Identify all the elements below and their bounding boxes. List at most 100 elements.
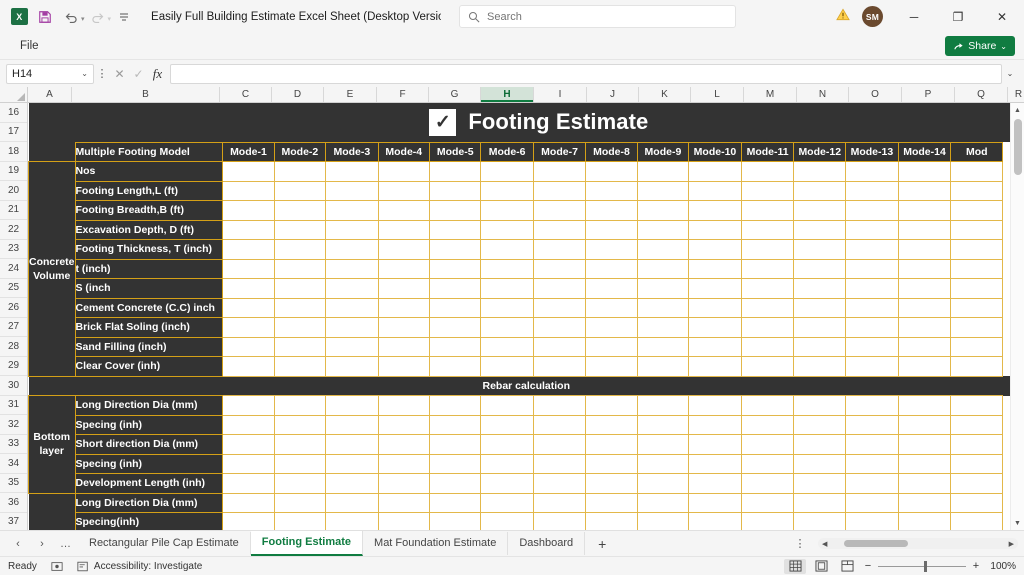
row-header-36[interactable]: 36 bbox=[0, 493, 27, 513]
data-cell-r27-m7[interactable] bbox=[532, 317, 587, 338]
data-cell-r26-m12[interactable] bbox=[793, 297, 847, 318]
add-sheet-button[interactable]: + bbox=[585, 536, 619, 552]
data-cell-r27-m6[interactable] bbox=[480, 317, 534, 338]
data-cell-r33-m11[interactable] bbox=[740, 434, 795, 455]
data-cell-r26-m10[interactable] bbox=[688, 297, 742, 318]
data-cell-r25-m7[interactable] bbox=[532, 278, 587, 299]
row-header-18[interactable]: 18 bbox=[0, 142, 27, 162]
data-cell-r25-m3[interactable] bbox=[325, 278, 379, 299]
data-cell-r19-m10[interactable] bbox=[688, 161, 742, 182]
data-cell-r34-m14[interactable] bbox=[897, 453, 952, 474]
maximize-button[interactable]: ❐ bbox=[936, 0, 980, 33]
column-header-M[interactable]: M bbox=[744, 87, 797, 102]
data-cell-r21-m5[interactable] bbox=[428, 200, 482, 221]
zoom-level-label[interactable]: 100% bbox=[986, 561, 1016, 572]
row-header-19[interactable]: 19 bbox=[0, 161, 27, 181]
data-cell-r32-m9[interactable] bbox=[636, 414, 690, 435]
data-cell-r31-m4[interactable] bbox=[377, 395, 430, 416]
data-cell-r21-m15[interactable] bbox=[950, 200, 1004, 221]
formula-more-icon[interactable]: ⋮ bbox=[94, 67, 110, 80]
data-cell-r36-m11[interactable] bbox=[740, 492, 795, 513]
data-cell-r33-m8[interactable] bbox=[585, 434, 638, 455]
data-cell-r22-m5[interactable] bbox=[428, 219, 482, 240]
row-header-25[interactable]: 25 bbox=[0, 278, 27, 298]
data-cell-r29-m5[interactable] bbox=[428, 356, 482, 377]
data-cell-r21-m3[interactable] bbox=[325, 200, 379, 221]
data-cell-r27-m14[interactable] bbox=[897, 317, 952, 338]
data-cell-r19-m5[interactable] bbox=[428, 161, 482, 182]
data-cell-r25-m14[interactable] bbox=[897, 278, 952, 299]
data-cell-r34-m2[interactable] bbox=[273, 453, 327, 474]
data-cell-r22-m8[interactable] bbox=[585, 219, 638, 240]
data-cell-r21-m8[interactable] bbox=[585, 200, 638, 221]
data-cell-r33-m7[interactable] bbox=[532, 434, 587, 455]
data-cell-r24-m5[interactable] bbox=[428, 258, 482, 279]
data-cell-r35-m15[interactable] bbox=[950, 473, 1004, 494]
data-cell-r37-m9[interactable] bbox=[636, 512, 690, 530]
previous-sheet-icon[interactable]: ‹ bbox=[6, 538, 30, 550]
data-cell-r33-m6[interactable] bbox=[480, 434, 534, 455]
data-cell-r23-m2[interactable] bbox=[273, 239, 327, 260]
data-cell-r23-m8[interactable] bbox=[585, 239, 638, 260]
data-cell-r29-m2[interactable] bbox=[273, 356, 327, 377]
data-cell-r35-m14[interactable] bbox=[897, 473, 952, 494]
data-cell-r22-m9[interactable] bbox=[636, 219, 690, 240]
row-header-24[interactable]: 24 bbox=[0, 259, 27, 279]
data-cell-r24-m11[interactable] bbox=[740, 258, 795, 279]
data-cell-r20-m13[interactable] bbox=[845, 180, 899, 201]
data-cell-r23-m14[interactable] bbox=[897, 239, 952, 260]
data-cell-r28-m15[interactable] bbox=[950, 336, 1004, 357]
avatar[interactable]: SM bbox=[862, 6, 883, 27]
data-cell-r22-m12[interactable] bbox=[793, 219, 847, 240]
data-cell-r35-m8[interactable] bbox=[585, 473, 638, 494]
data-cell-r23-m9[interactable] bbox=[636, 239, 690, 260]
data-cell-r22-m14[interactable] bbox=[897, 219, 952, 240]
data-cell-r33-m5[interactable] bbox=[428, 434, 482, 455]
data-cell-r22-m2[interactable] bbox=[273, 219, 327, 240]
sheet-options-icon[interactable]: ⋮ bbox=[788, 537, 812, 550]
data-cell-r34-m11[interactable] bbox=[740, 453, 795, 474]
column-header-B[interactable]: B bbox=[72, 87, 220, 102]
data-cell-r20-m11[interactable] bbox=[740, 180, 795, 201]
data-cell-r34-m9[interactable] bbox=[636, 453, 690, 474]
data-cell-r22-m4[interactable] bbox=[377, 219, 430, 240]
data-cell-r23-m13[interactable] bbox=[845, 239, 899, 260]
data-cell-r24-m2[interactable] bbox=[273, 258, 327, 279]
data-cell-r32-m5[interactable] bbox=[428, 414, 482, 435]
data-cell-r28-m11[interactable] bbox=[740, 336, 795, 357]
data-cell-r22-m7[interactable] bbox=[532, 219, 587, 240]
data-cell-r36-m8[interactable] bbox=[585, 492, 638, 513]
scroll-left-icon[interactable]: ◀ bbox=[822, 540, 827, 548]
data-cell-r27-m4[interactable] bbox=[377, 317, 430, 338]
data-cell-r26-m13[interactable] bbox=[845, 297, 899, 318]
row-header-26[interactable]: 26 bbox=[0, 298, 27, 318]
data-cell-r23-m10[interactable] bbox=[688, 239, 742, 260]
data-cell-r19-m3[interactable] bbox=[325, 161, 379, 182]
column-header-I[interactable]: I bbox=[534, 87, 587, 102]
data-cell-r29-m13[interactable] bbox=[845, 356, 899, 377]
data-cell-r20-m8[interactable] bbox=[585, 180, 638, 201]
sheet-tab-mat-foundation-estimate[interactable]: Mat Foundation Estimate bbox=[363, 532, 509, 555]
data-cell-r29-m10[interactable] bbox=[688, 356, 742, 377]
data-cell-r33-m14[interactable] bbox=[897, 434, 952, 455]
data-cell-r26-m8[interactable] bbox=[585, 297, 638, 318]
column-header-R[interactable]: R bbox=[1008, 87, 1024, 102]
data-cell-r23-m6[interactable] bbox=[480, 239, 534, 260]
data-cell-r28-m2[interactable] bbox=[273, 336, 327, 357]
data-cell-r29-m1[interactable] bbox=[222, 356, 275, 377]
row-header-20[interactable]: 20 bbox=[0, 181, 27, 201]
data-cell-r28-m14[interactable] bbox=[897, 336, 952, 357]
data-cell-r21-m13[interactable] bbox=[845, 200, 899, 221]
data-cell-r26-m2[interactable] bbox=[273, 297, 327, 318]
data-cell-r33-m9[interactable] bbox=[636, 434, 690, 455]
data-cell-r20-m3[interactable] bbox=[325, 180, 379, 201]
data-cell-r27-m9[interactable] bbox=[636, 317, 690, 338]
row-header-37[interactable]: 37 bbox=[0, 512, 27, 530]
row-header-35[interactable]: 35 bbox=[0, 473, 27, 493]
vertical-scrollbar-thumb[interactable] bbox=[1014, 119, 1022, 175]
data-cell-r24-m6[interactable] bbox=[480, 258, 534, 279]
formula-input[interactable] bbox=[170, 63, 1002, 84]
data-cell-r37-m3[interactable] bbox=[325, 512, 379, 530]
undo-dropdown-caret[interactable]: ▾ bbox=[81, 15, 85, 23]
data-cell-r19-m8[interactable] bbox=[585, 161, 638, 182]
